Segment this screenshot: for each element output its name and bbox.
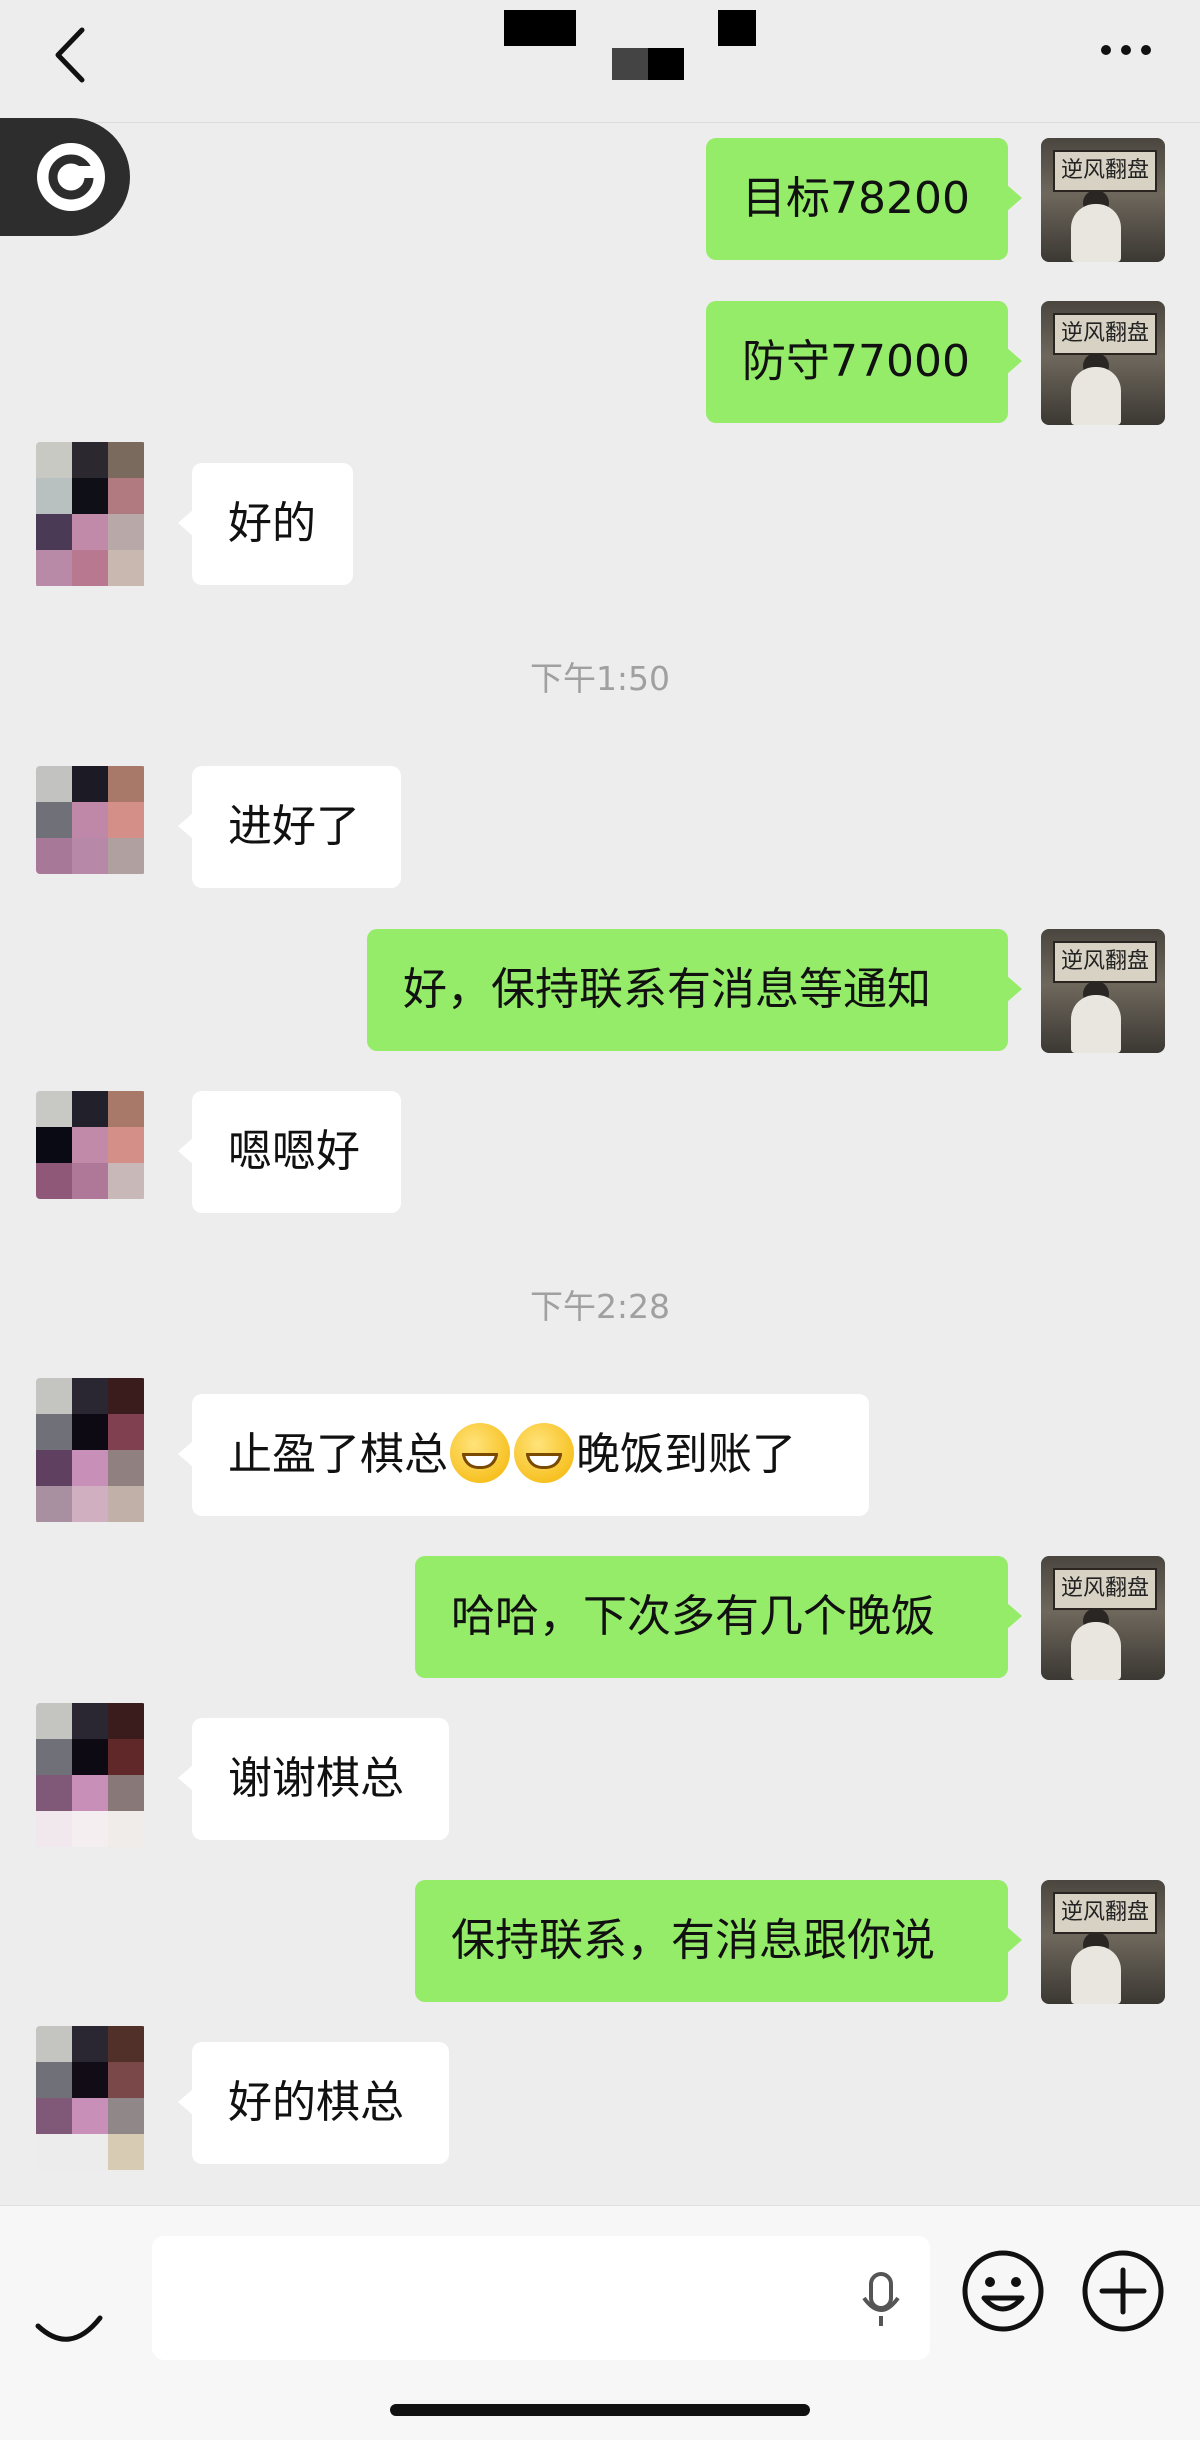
message-bubble-incoming[interactable]: 止盈了棋总 晚饭到账了: [178, 1394, 869, 1516]
message-bubble-incoming[interactable]: 嗯嗯好: [178, 1091, 401, 1213]
self-avatar[interactable]: 逆风翻盘: [1041, 301, 1165, 425]
contact-avatar-pixelated[interactable]: [36, 442, 146, 588]
chat-header: [0, 0, 1200, 123]
redacted-title-block: [504, 10, 576, 46]
timestamp: 下午1:50: [529, 659, 671, 698]
back-button[interactable]: [50, 20, 110, 90]
avatar-figure: [1071, 204, 1121, 262]
voice-toggle-button[interactable]: [30, 2266, 110, 2346]
plus-icon[interactable]: [1080, 2248, 1166, 2334]
voice-icon: [35, 2315, 103, 2342]
avatar-mosaic: [36, 766, 146, 874]
message-text: 晚饭到账了: [576, 1429, 796, 1480]
avatar-plaque: 逆风翻盘: [1053, 150, 1157, 192]
message-bubble-outgoing[interactable]: 防守77000: [706, 301, 1022, 423]
avatar-figure: [1071, 1622, 1121, 1680]
avatar-mosaic: [36, 442, 146, 586]
self-avatar[interactable]: 逆风翻盘: [1041, 929, 1165, 1053]
contact-avatar-pixelated[interactable]: [36, 1091, 146, 1199]
avatar-mosaic: [36, 2026, 146, 2170]
contact-avatar-pixelated[interactable]: [36, 766, 146, 874]
emoji-icon[interactable]: [960, 2248, 1046, 2334]
grinning-face-emoji-icon: [514, 1423, 574, 1483]
avatar-figure: [1071, 1946, 1121, 2004]
message-bubble-incoming[interactable]: 好的棋总: [178, 2042, 449, 2164]
avatar-mosaic: [36, 1378, 146, 1522]
redacted-title-block: [718, 10, 756, 46]
timestamp: 下午2:28: [529, 1287, 671, 1326]
grinning-face-emoji-icon: [450, 1423, 510, 1483]
floating-assistant-button[interactable]: [0, 118, 130, 236]
message-bubble-outgoing[interactable]: 好，保持联系有消息等通知: [367, 929, 1022, 1051]
avatar-figure: [1071, 367, 1121, 425]
message-bubble-outgoing[interactable]: 保持联系，有消息跟你说: [415, 1880, 1022, 2002]
avatar-mosaic: [36, 1091, 146, 1199]
mic-icon[interactable]: [856, 2270, 906, 2330]
home-indicator[interactable]: [390, 2404, 810, 2416]
refresh-icon: [37, 143, 105, 211]
message-bubble-incoming[interactable]: 进好了: [178, 766, 401, 888]
more-button[interactable]: [1096, 30, 1176, 70]
contact-avatar-pixelated[interactable]: [36, 1378, 146, 1524]
more-dots-icon: [1101, 45, 1151, 55]
self-avatar[interactable]: 逆风翻盘: [1041, 138, 1165, 262]
redacted-title-block: [612, 48, 648, 80]
message-bubble-incoming[interactable]: 好的: [178, 463, 353, 585]
avatar-mosaic: [36, 1703, 146, 1847]
avatar-plaque: 逆风翻盘: [1053, 313, 1157, 355]
contact-avatar-pixelated[interactable]: [36, 1703, 146, 1849]
message-text: 止盈了棋总: [228, 1429, 448, 1480]
avatar-plaque: 逆风翻盘: [1053, 941, 1157, 983]
message-input[interactable]: [152, 2236, 930, 2360]
avatar-plaque: 逆风翻盘: [1053, 1892, 1157, 1934]
avatar-figure: [1071, 995, 1121, 1053]
chevron-left-icon: [55, 27, 85, 83]
message-bubble-outgoing[interactable]: 目标78200: [706, 138, 1022, 260]
redacted-title-block: [648, 48, 684, 80]
contact-avatar-pixelated[interactable]: [36, 2026, 146, 2172]
avatar-plaque: 逆风翻盘: [1053, 1568, 1157, 1610]
message-bubble-outgoing[interactable]: 哈哈，下次多有几个晚饭: [415, 1556, 1022, 1678]
self-avatar[interactable]: 逆风翻盘: [1041, 1880, 1165, 2004]
message-bubble-incoming[interactable]: 谢谢棋总: [178, 1718, 449, 1840]
self-avatar[interactable]: 逆风翻盘: [1041, 1556, 1165, 1680]
